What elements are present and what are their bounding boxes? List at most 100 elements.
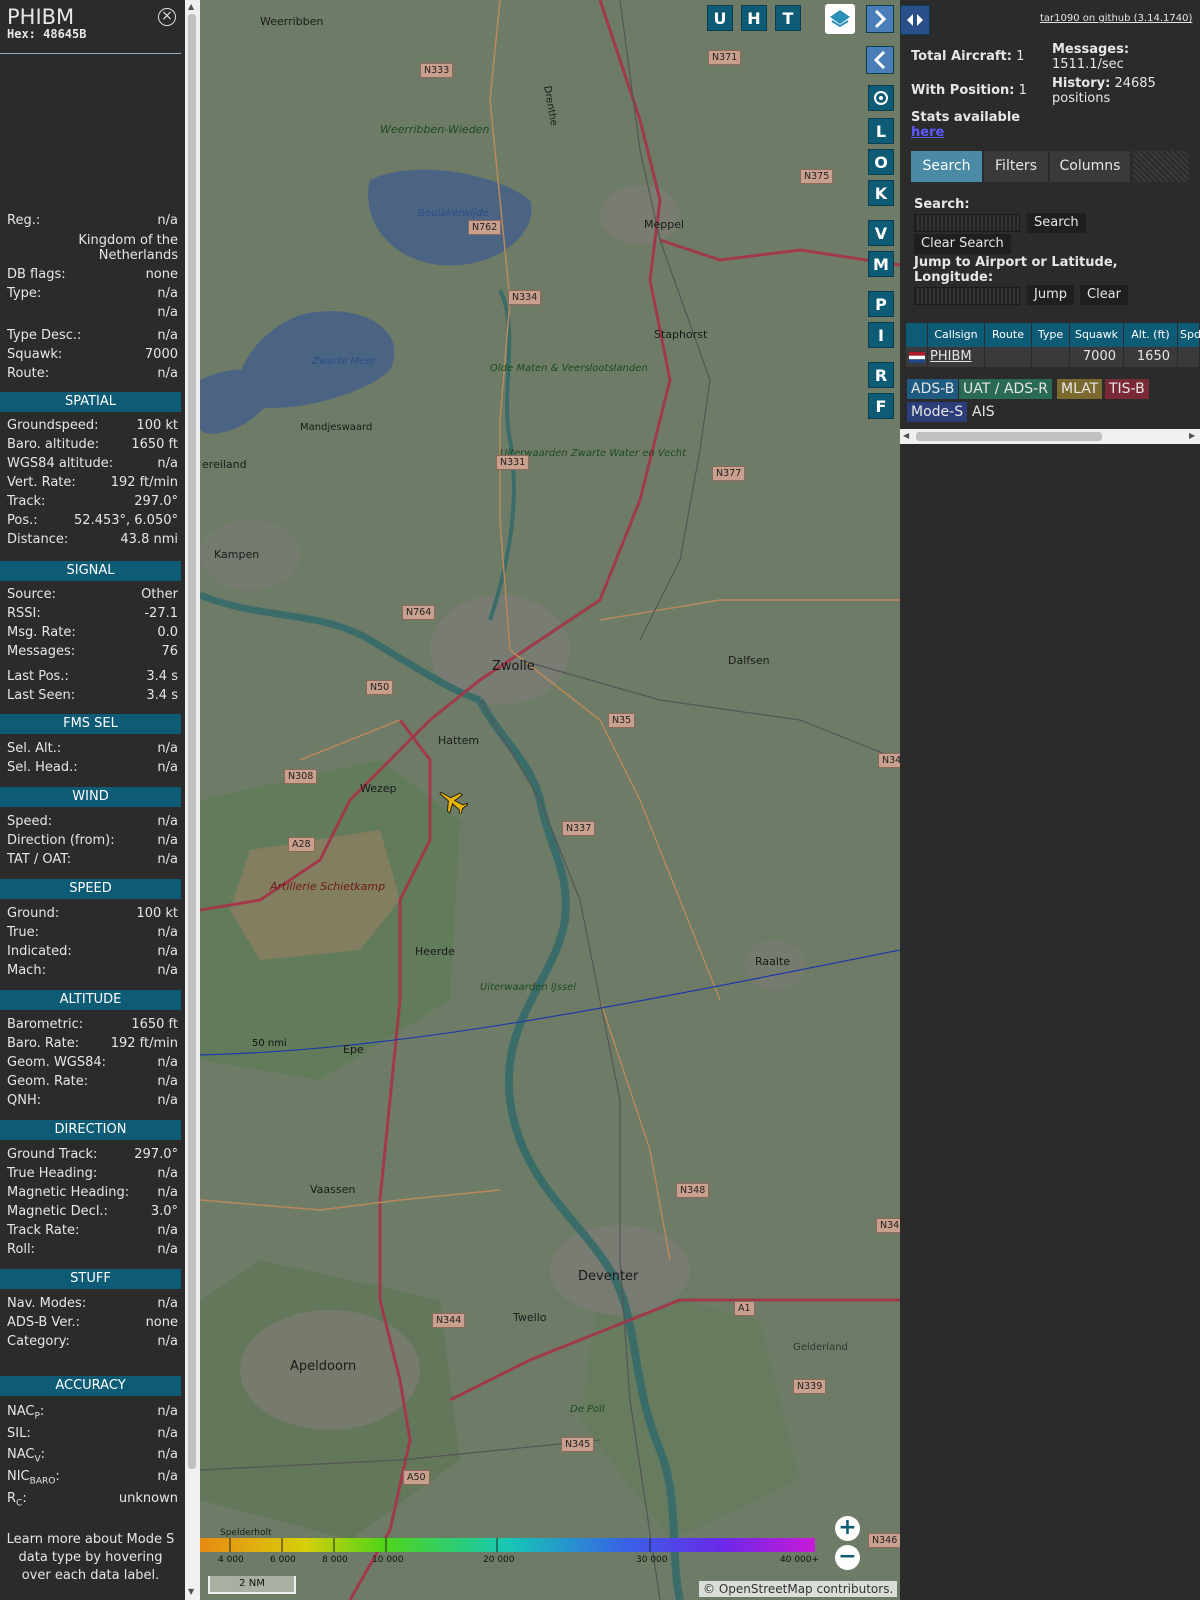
jump-input[interactable] bbox=[914, 287, 1020, 305]
road-shield: N34 bbox=[878, 753, 900, 768]
row-value: none bbox=[145, 267, 178, 282]
row-value: 1650 ft bbox=[131, 437, 178, 452]
scroll-right-icon[interactable]: ▶ bbox=[1189, 431, 1195, 440]
r-button[interactable]: R bbox=[868, 362, 894, 388]
legend-adsb: ADS-B bbox=[907, 379, 959, 399]
row-value: n/a bbox=[157, 1055, 178, 1070]
row-value: 192 ft/min bbox=[110, 1036, 178, 1051]
col-header-type[interactable]: Type bbox=[1032, 323, 1070, 347]
altitude-tick: 20 000 bbox=[483, 1555, 515, 1565]
col-header-speed[interactable]: Spd. bbox=[1178, 323, 1200, 347]
col-header-squawk[interactable]: Squawk bbox=[1070, 323, 1124, 347]
road-shield: N337 bbox=[562, 821, 596, 836]
country-name: Kingdom of the Netherlands bbox=[78, 233, 178, 263]
row-label: RSSI: bbox=[7, 606, 41, 621]
road-shield: N375 bbox=[800, 169, 834, 184]
section-header-stuff: STUFF bbox=[0, 1269, 181, 1289]
airplane-icon[interactable] bbox=[436, 788, 468, 814]
info-header: PHIBM Hex: 48645B bbox=[7, 5, 86, 41]
total-aircraft-value: 1 bbox=[1016, 49, 1025, 64]
col-header-route[interactable]: Route bbox=[985, 323, 1032, 347]
h-button[interactable]: H bbox=[741, 5, 767, 31]
map-label: Wezep bbox=[360, 782, 397, 795]
scroll-up-icon[interactable]: ▲ bbox=[188, 2, 194, 11]
with-position-label: With Position: bbox=[911, 83, 1015, 98]
p-button[interactable]: P bbox=[868, 291, 894, 317]
search-input[interactable] bbox=[914, 214, 1020, 232]
m-button[interactable]: M bbox=[868, 251, 894, 277]
i-button[interactable]: I bbox=[868, 322, 894, 348]
road-shield: A1 bbox=[734, 1301, 755, 1316]
road-shield: N339 bbox=[793, 1379, 827, 1394]
aircraft-info-panel: PHIBM Hex: 48645B × Reg.: n/a Kingdom of … bbox=[0, 0, 185, 1600]
search-button[interactable]: Search bbox=[1027, 213, 1086, 233]
info-row: Geom. Rate: n/a bbox=[7, 1074, 178, 1093]
plus-icon[interactable]: + bbox=[835, 1516, 860, 1541]
tab-search[interactable]: Search bbox=[911, 151, 982, 182]
close-icon[interactable]: × bbox=[158, 8, 176, 26]
scrollbar-thumb[interactable] bbox=[188, 14, 196, 1469]
col-header-flag[interactable] bbox=[906, 323, 928, 347]
row-value: n/a bbox=[157, 286, 178, 301]
v-button[interactable]: V bbox=[868, 220, 894, 246]
map-canvas[interactable]: Weerribben Weerribben-Wieden Beulakerwij… bbox=[200, 0, 900, 1600]
row-value: 100 kt bbox=[136, 906, 178, 921]
info-row: Msg. Rate: 0.0 bbox=[7, 625, 178, 644]
t-button[interactable]: T bbox=[775, 5, 801, 31]
clear-search-button[interactable]: Clear Search bbox=[914, 234, 1011, 254]
gear-icon[interactable] bbox=[868, 85, 894, 111]
info-scrollbar[interactable]: ▲ ▼ bbox=[185, 0, 200, 1600]
split-arrows-icon[interactable] bbox=[900, 5, 930, 35]
nicbaro-label: NICBARO: bbox=[7, 1469, 60, 1487]
tab-columns[interactable]: Columns bbox=[1050, 151, 1130, 182]
k-button[interactable]: K bbox=[868, 180, 894, 206]
jump-label: Jump to Airport or Latitude, Longitude: bbox=[914, 255, 1118, 285]
chevron-right-icon[interactable] bbox=[866, 5, 894, 33]
road-shield: N764 bbox=[402, 605, 436, 620]
row-value: 7000 bbox=[144, 347, 178, 362]
f-button[interactable]: F bbox=[868, 393, 894, 419]
scroll-left-icon[interactable]: ◀ bbox=[903, 431, 909, 440]
jump-button[interactable]: Jump bbox=[1027, 285, 1074, 305]
row-value: n/a bbox=[157, 944, 178, 959]
chevron-left-icon[interactable] bbox=[866, 46, 894, 74]
scrollbar-thumb[interactable] bbox=[916, 432, 1102, 441]
github-link[interactable]: tar1090 on github (3.14.1740) bbox=[1040, 13, 1192, 24]
legend-ais: AIS bbox=[968, 402, 999, 422]
map-label: Weerribben bbox=[260, 15, 324, 28]
row-label: Ground: bbox=[7, 906, 60, 921]
row-value: 1650 ft bbox=[131, 1017, 178, 1032]
u-button[interactable]: U bbox=[707, 5, 733, 31]
cell-squawk: 7000 bbox=[1070, 347, 1124, 367]
l-button[interactable]: L bbox=[868, 118, 894, 144]
rc-label: RC: bbox=[7, 1491, 27, 1509]
row-value: n/a bbox=[157, 1426, 178, 1441]
info-row: ADS-B Ver.: none bbox=[7, 1315, 178, 1334]
o-button[interactable]: O bbox=[868, 149, 894, 175]
info-row: Roll: n/a bbox=[7, 1242, 178, 1261]
total-aircraft-label: Total Aircraft: bbox=[911, 49, 1012, 64]
row-label: Messages: bbox=[7, 644, 76, 659]
minus-icon[interactable]: − bbox=[835, 1545, 860, 1570]
table-scrollbar[interactable]: ◀ ▶ bbox=[900, 429, 1200, 444]
tab-spacer bbox=[1133, 151, 1189, 182]
row-label: True: bbox=[7, 925, 39, 940]
scroll-down-icon[interactable]: ▼ bbox=[188, 1587, 194, 1596]
row-label: Sel. Head.: bbox=[7, 760, 78, 775]
clear-button[interactable]: Clear bbox=[1080, 285, 1128, 305]
osm-link[interactable]: OpenStreetMap bbox=[719, 1582, 813, 1596]
col-header-altitude[interactable]: Alt. (ft) bbox=[1124, 323, 1178, 347]
map-label: Epe bbox=[343, 1043, 364, 1056]
row-value: n/a bbox=[157, 833, 178, 848]
map-label: Hattem bbox=[438, 734, 480, 747]
stats-here-link[interactable]: here bbox=[911, 125, 944, 140]
row-label: Direction (from): bbox=[7, 833, 115, 848]
tab-filters[interactable]: Filters bbox=[984, 151, 1048, 182]
cell-callsign[interactable]: PHIBM bbox=[928, 347, 985, 367]
info-row: Vert. Rate: 192 ft/min bbox=[7, 475, 178, 494]
col-header-callsign[interactable]: Callsign bbox=[928, 323, 985, 347]
info-row: Pos.: 52.453°, 6.050° bbox=[7, 513, 178, 532]
layers-icon[interactable] bbox=[825, 4, 855, 34]
history-unit: positions bbox=[1052, 91, 1111, 106]
map-label: Heerde bbox=[415, 945, 455, 958]
